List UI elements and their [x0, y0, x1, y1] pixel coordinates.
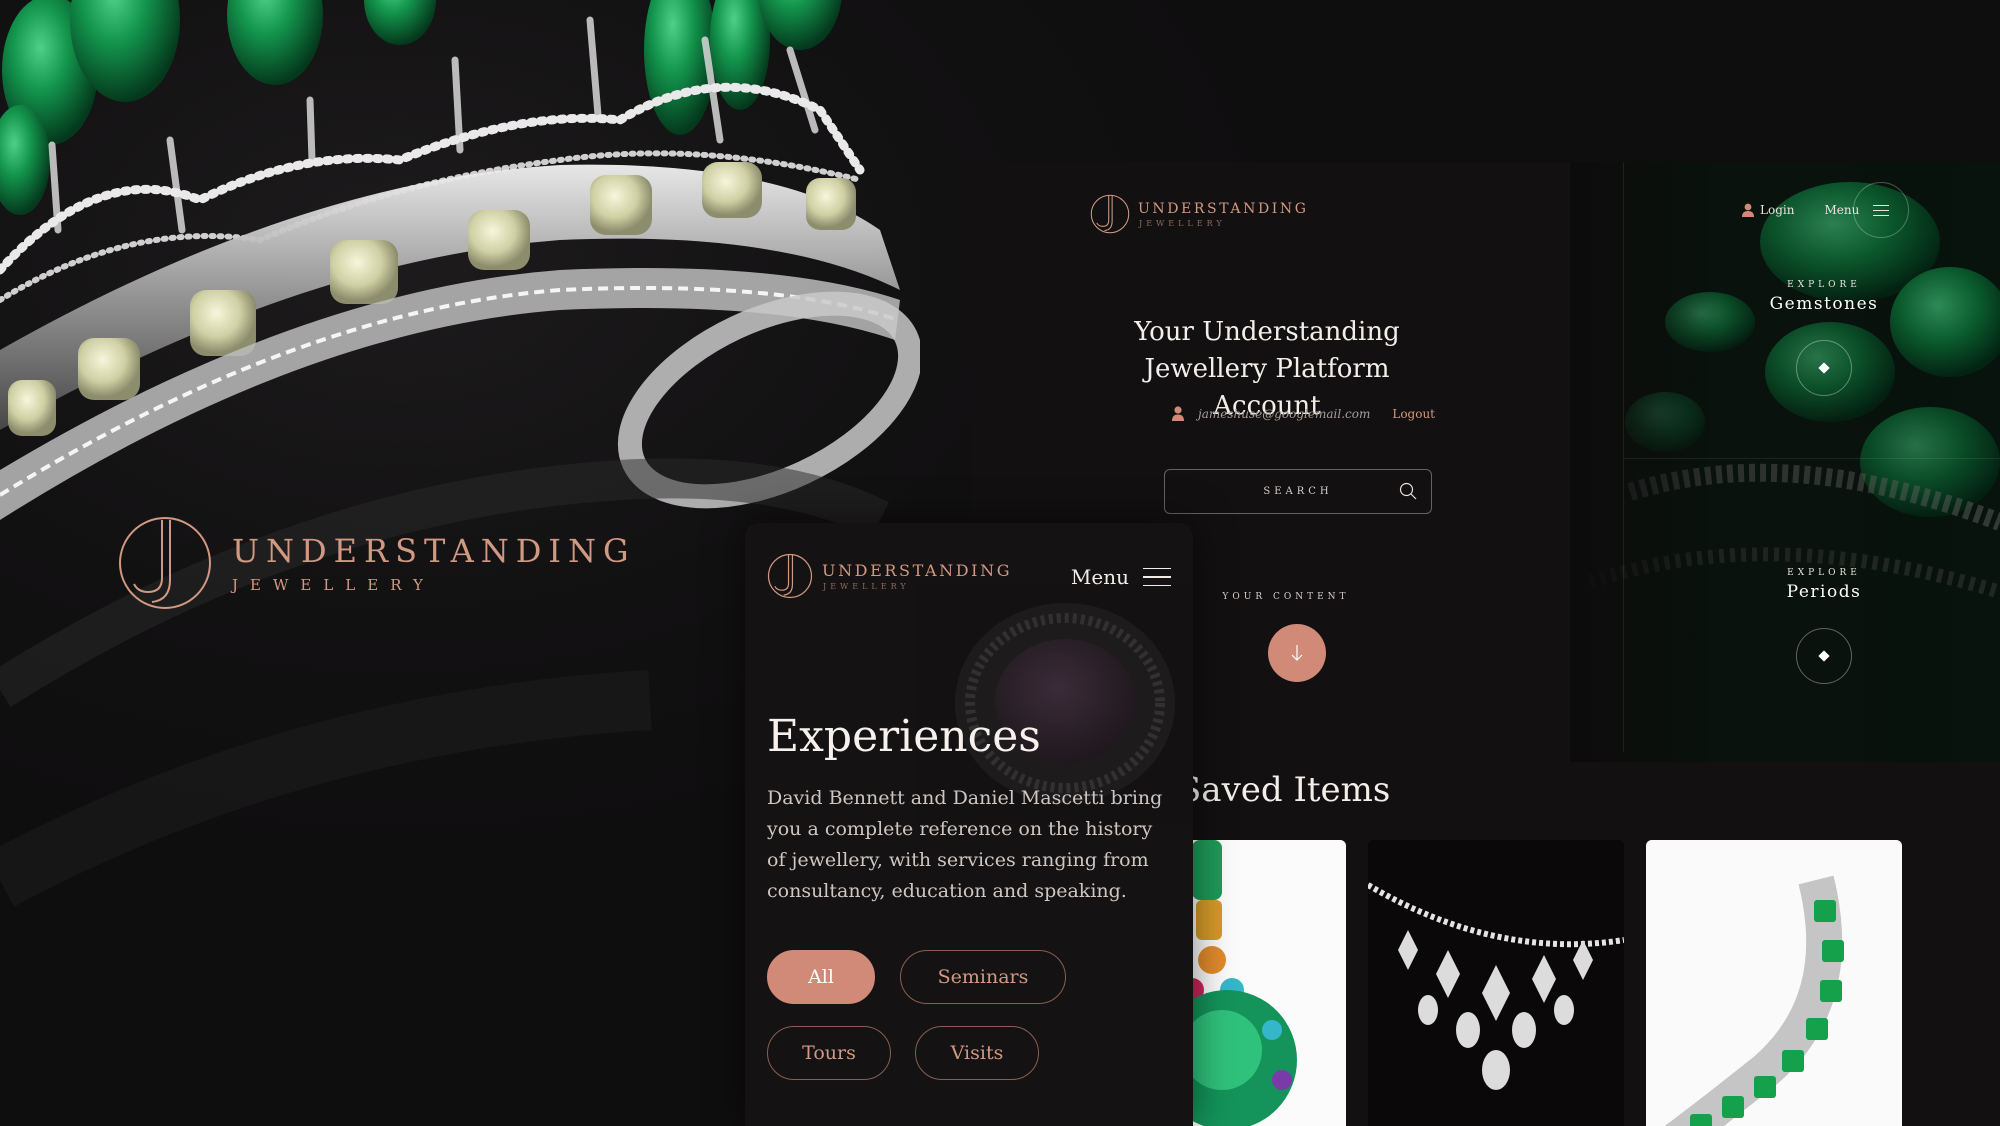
brand-name: UNDERSTANDING — [822, 561, 1013, 580]
saved-item-card[interactable] — [1172, 840, 1346, 1126]
desktop-nav: Login Menu — [1742, 182, 1910, 238]
explore-label: Periods — [1786, 582, 1862, 602]
explore-periods[interactable]: EXPLORE Periods — [1724, 568, 1924, 684]
account-email: jameshuse@googlemail.com — [1198, 406, 1371, 421]
login-link[interactable]: Login — [1742, 203, 1794, 217]
search-icon[interactable] — [1399, 482, 1417, 500]
menu-label: Menu — [1070, 565, 1129, 589]
search-input[interactable]: SEARCH — [1164, 469, 1432, 514]
explore-label: Gemstones — [1769, 294, 1879, 314]
explore-kicker: EXPLORE — [1787, 280, 1861, 290]
user-icon — [1742, 203, 1754, 217]
explore-gemstones-button[interactable] — [1796, 340, 1852, 396]
search-placeholder: SEARCH — [1263, 486, 1333, 497]
mobile-experiences-panel: UNDERSTANDING JEWELLERY Menu Experiences… — [745, 523, 1193, 1126]
filter-tours-button[interactable]: Tours — [767, 1026, 891, 1080]
desktop-menu-button[interactable]: Menu — [1824, 182, 1910, 238]
your-content-label: YOUR CONTENT — [1222, 592, 1350, 602]
account-user-row: jameshuse@googlemail.com Logout — [1172, 406, 1435, 421]
filter-all-button[interactable]: All — [767, 950, 875, 1004]
filter-seminars-button[interactable]: Seminars — [900, 950, 1066, 1004]
logo-monogram-icon — [767, 553, 813, 599]
brand-sub: JEWELLERY — [1139, 218, 1226, 228]
emerald-bracelet-image — [1646, 840, 1902, 1126]
logo-monogram-icon — [119, 517, 211, 609]
brand-sub: JEWELLERY — [823, 582, 910, 591]
account-title-line1: Your Understanding — [1134, 317, 1400, 347]
mobile-brand-logo[interactable]: UNDERSTANDING JEWELLERY — [767, 553, 1012, 599]
column-divider — [1623, 162, 1624, 752]
scroll-down-button[interactable] — [1268, 624, 1326, 682]
arrow-down-icon — [1291, 645, 1303, 661]
hamburger-icon — [1873, 204, 1890, 216]
login-label: Login — [1760, 203, 1795, 217]
brand-name: UNDERSTANDING — [1138, 200, 1309, 217]
menu-circle — [1853, 182, 1910, 238]
diamond-necklace-image — [1368, 840, 1624, 1126]
brand-sub: JEWELLERY — [232, 576, 435, 594]
saved-item-card[interactable] — [1368, 840, 1624, 1126]
hamburger-icon — [1143, 567, 1171, 587]
logo-monogram-icon — [1090, 194, 1130, 234]
explore-kicker: EXPLORE — [1787, 568, 1861, 578]
explore-gemstones[interactable]: EXPLORE Gemstones — [1724, 280, 1924, 396]
row-divider — [1624, 458, 2000, 459]
brand-name: UNDERSTANDING — [232, 532, 636, 570]
mobile-menu-button[interactable]: Menu — [1071, 565, 1171, 589]
filter-visits-button[interactable]: Visits — [915, 1026, 1039, 1080]
desktop-brand-logo[interactable]: UNDERSTANDING JEWELLERY — [1090, 194, 1309, 234]
logout-link[interactable]: Logout — [1392, 407, 1435, 421]
diamond-icon — [1818, 650, 1830, 662]
gem-pendant-image — [1172, 840, 1346, 1126]
explore-periods-button[interactable] — [1796, 628, 1852, 684]
diamond-icon — [1818, 362, 1830, 374]
page-description: David Bennett and Daniel Mascetti bring … — [767, 787, 1163, 902]
hero-brand-logo[interactable]: UNDERSTANDING JEWELLERY — [118, 516, 636, 610]
user-icon — [1172, 406, 1184, 421]
page-title: Experiences — [767, 711, 1041, 762]
saved-item-card[interactable] — [1646, 840, 1902, 1126]
saved-items-title: Saved Items — [1178, 770, 1391, 810]
